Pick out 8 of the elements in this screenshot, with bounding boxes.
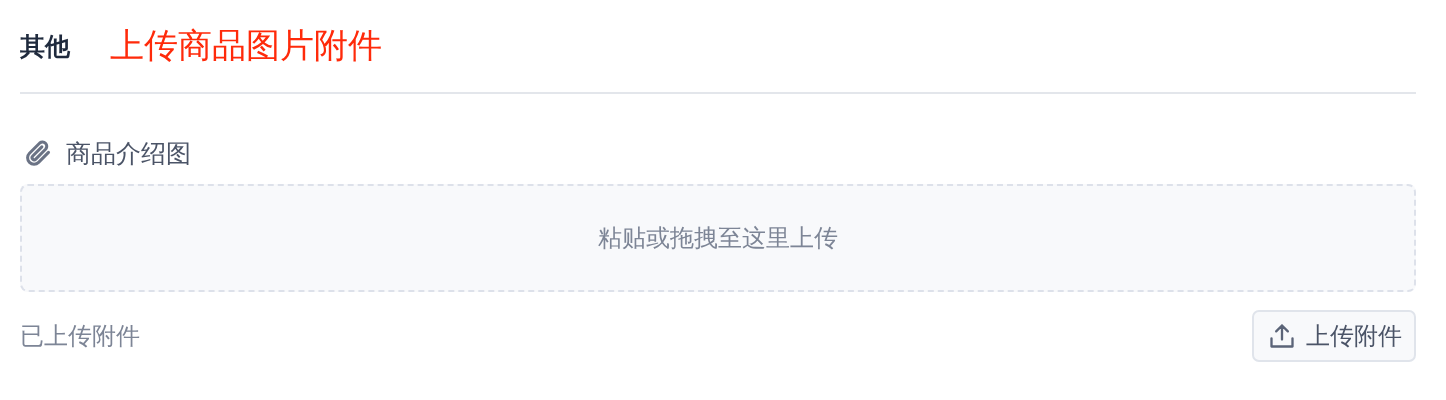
- upload-button[interactable]: 上传附件: [1252, 310, 1416, 362]
- attachment-label: 商品介绍图: [66, 137, 191, 170]
- upload-dropzone[interactable]: 粘贴或拖拽至这里上传: [20, 184, 1416, 292]
- paperclip-icon: [24, 139, 52, 167]
- section-title: 其他: [20, 30, 70, 63]
- annotation-text: 上传商品图片附件: [110, 24, 382, 67]
- uploaded-label: 已上传附件: [20, 321, 140, 352]
- upload-icon: [1268, 322, 1296, 350]
